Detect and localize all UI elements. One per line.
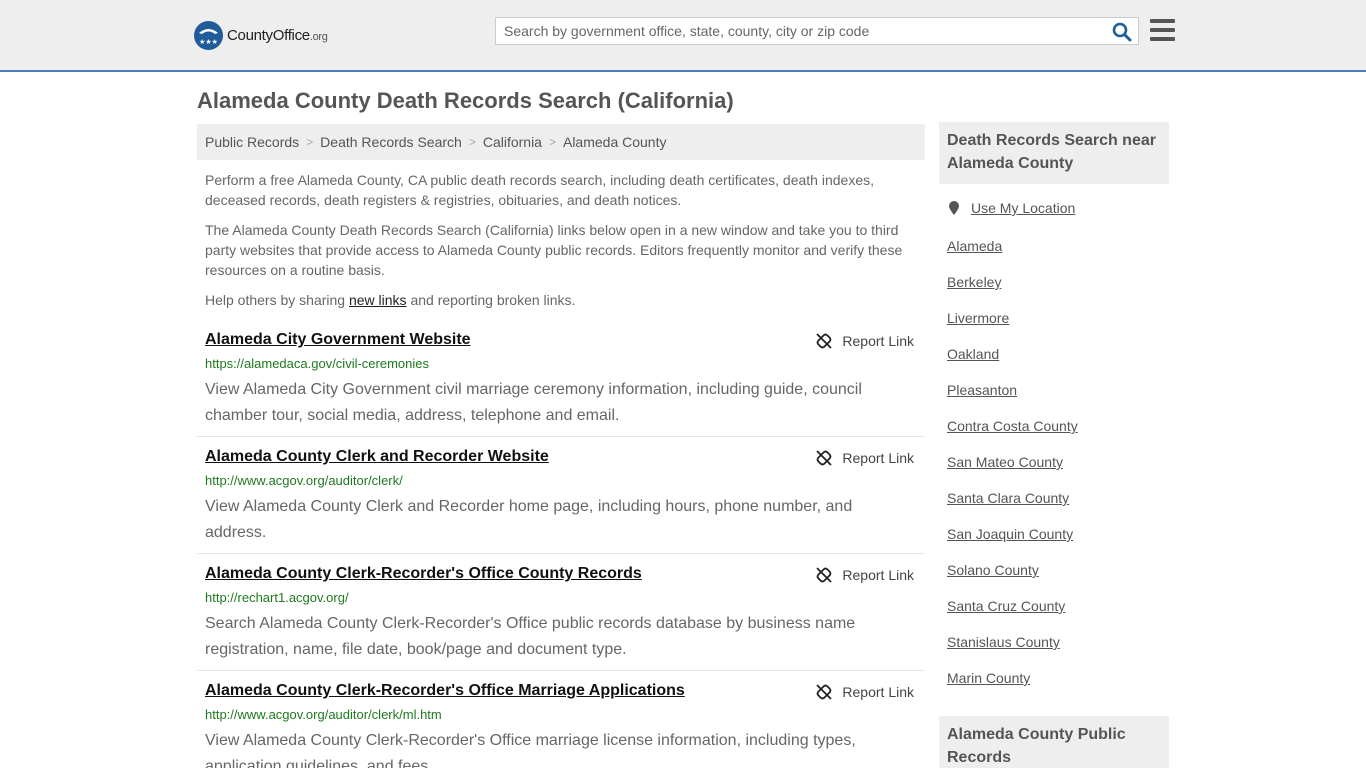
nearby-link-item: San Mateo County [947,452,1078,488]
report-link-label: Report Link [842,333,914,349]
nearby-links-list: Alameda Berkeley Livermore Oakland Pleas… [947,236,1078,704]
result-item: Alameda County Clerk-Recorder's Office C… [197,565,925,671]
result-title-link[interactable]: Alameda County Clerk-Recorder's Office C… [205,565,642,583]
map-pin-icon [949,201,959,215]
report-link-label: Report Link [842,450,914,466]
nearby-link-oakland[interactable]: Oakland [947,346,999,362]
result-url: http://www.acgov.org/auditor/clerk/ [205,473,403,488]
nearby-link-san-joaquin[interactable]: San Joaquin County [947,526,1073,542]
nearby-link-marin[interactable]: Marin County [947,670,1030,686]
nearby-link-san-mateo[interactable]: San Mateo County [947,454,1063,470]
result-item: Alameda County Clerk-Recorder's Office M… [197,682,925,768]
result-title-link[interactable]: Alameda County Clerk-Recorder's Office M… [205,682,685,700]
nearby-link-item: Solano County [947,560,1078,596]
nearby-link-item: Berkeley [947,272,1078,308]
result-title-link[interactable]: Alameda City Government Website [205,331,471,349]
result-url: http://rechart1.acgov.org/ [205,590,349,605]
nearby-link-santa-clara[interactable]: Santa Clara County [947,490,1069,506]
breadcrumb-death-records[interactable]: Death Records Search [320,134,462,150]
result-description: Search Alameda County Clerk-Recorder's O… [205,615,856,658]
report-link-button[interactable]: Report Link [816,684,914,700]
search-icon[interactable] [1112,22,1132,42]
search-input[interactable] [496,18,1104,44]
broken-link-icon [816,567,833,583]
nearby-link-item: Stanislaus County [947,632,1078,668]
nearby-link-item: Alameda [947,236,1078,272]
nearby-link-item: San Joaquin County [947,524,1078,560]
result-url: https://alamedaca.gov/civil-ceremonies [205,356,429,371]
result-description: View Alameda County Clerk-Recorder's Off… [205,732,856,768]
intro-paragraph-1: Perform a free Alameda County, CA public… [205,172,874,208]
nearby-link-item: Oakland [947,344,1078,380]
nearby-link-stanislaus[interactable]: Stanislaus County [947,634,1060,650]
report-link-button[interactable]: Report Link [816,450,914,466]
sidebar-public-records-heading: Alameda County Public Records [939,716,1169,768]
report-link-label: Report Link [842,684,914,700]
result-url: http://www.acgov.org/auditor/clerk/ml.ht… [205,707,442,722]
breadcrumb-public-records[interactable]: Public Records [205,134,299,150]
sidebar-nearby-heading: Death Records Search near Alameda County [939,122,1169,184]
intro-paragraph-2: The Alameda County Death Records Search … [205,222,903,278]
report-link-label: Report Link [842,567,914,583]
nearby-link-alameda[interactable]: Alameda [947,238,1002,254]
broken-link-icon [816,684,833,700]
nearby-link-item: Marin County [947,668,1078,704]
result-description: View Alameda City Government civil marri… [205,381,862,424]
nearby-link-santa-cruz[interactable]: Santa Cruz County [947,598,1065,614]
search-box [495,17,1139,45]
broken-link-icon [816,333,833,349]
nearby-link-livermore[interactable]: Livermore [947,310,1009,326]
breadcrumb-california[interactable]: California [483,134,542,150]
broken-link-icon [816,450,833,466]
hamburger-menu-icon[interactable] [1150,19,1175,42]
breadcrumb-separator-icon: > [548,135,556,149]
page-title: Alameda County Death Records Search (Cal… [197,88,734,113]
result-title-link[interactable]: Alameda County Clerk and Recorder Websit… [205,448,549,466]
nearby-link-item: Livermore [947,308,1078,344]
logo-emblem-icon: ★★★ [194,20,223,50]
breadcrumb-alameda-county[interactable]: Alameda County [563,134,667,150]
breadcrumb-separator-icon: > [468,135,476,149]
nearby-link-berkeley[interactable]: Berkeley [947,274,1001,290]
top-bar: ★★★ CountyOffice.org [0,0,1366,72]
nearby-link-item: Contra Costa County [947,416,1078,452]
report-link-button[interactable]: Report Link [816,333,914,349]
site-logo[interactable]: ★★★ CountyOffice.org [194,20,328,50]
nearby-link-pleasanton[interactable]: Pleasanton [947,382,1017,398]
result-item: Alameda County Clerk and Recorder Websit… [197,448,925,554]
logo-text: CountyOffice.org [227,26,328,44]
nearby-link-contra-costa[interactable]: Contra Costa County [947,418,1078,434]
breadcrumb-separator-icon: > [306,135,314,149]
nearby-link-item: Santa Clara County [947,488,1078,524]
use-my-location-link[interactable]: Use My Location [971,200,1075,216]
nearby-link-item: Pleasanton [947,380,1078,416]
result-description: View Alameda County Clerk and Recorder h… [205,498,853,541]
svg-text:★★★: ★★★ [199,38,218,46]
nearby-link-solano[interactable]: Solano County [947,562,1039,578]
breadcrumb: Public Records > Death Records Search > … [197,124,925,160]
new-links-link[interactable]: new links [349,292,407,308]
intro-paragraph-3: Help others by sharing new links and rep… [205,292,576,308]
result-item: Alameda City Government Website Report L… [197,331,925,437]
use-location: Use My Location [947,200,1075,216]
report-link-button[interactable]: Report Link [816,567,914,583]
nearby-link-item: Santa Cruz County [947,596,1078,632]
